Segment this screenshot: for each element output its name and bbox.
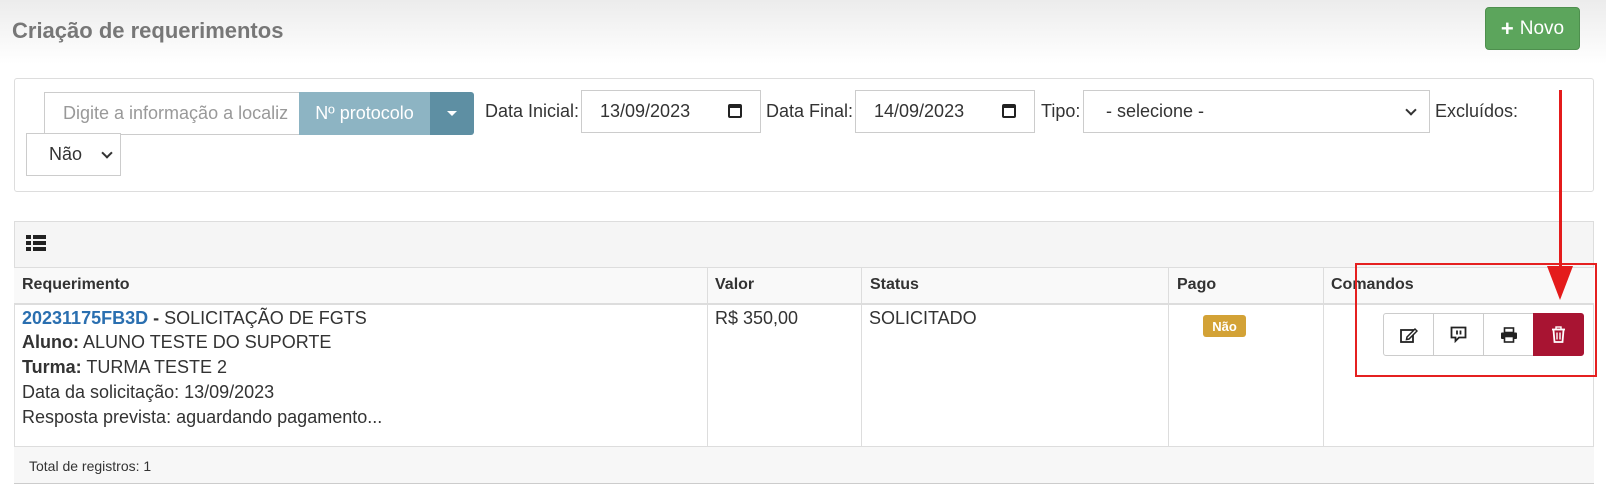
- new-button[interactable]: + Novo: [1485, 7, 1580, 50]
- chevron-down-icon: [101, 147, 113, 159]
- end-date-label: Data Final:: [766, 101, 854, 121]
- deleted-select-value: Não: [49, 144, 83, 164]
- request-class: Turma: TURMA TESTE 2: [22, 357, 227, 378]
- search-input[interactable]: Digite a informação a localiz: [44, 92, 299, 135]
- column-divider: [861, 268, 862, 446]
- new-button-label: Novo: [1519, 17, 1565, 39]
- total-records: Total de registros: 1: [29, 458, 152, 474]
- request-status: SOLICITADO: [869, 308, 977, 328]
- request-date: Data da solicitação: 13/09/2023: [22, 382, 275, 402]
- request-description: SOLICITAÇÃO DE FGTS: [164, 308, 367, 328]
- end-date-input[interactable]: 14/09/2023: [855, 90, 1035, 133]
- page-title: Criação de requerimentos: [12, 18, 284, 43]
- start-date-input[interactable]: 13/09/2023: [581, 90, 761, 133]
- start-date-label: Data Inicial:: [485, 101, 580, 121]
- end-date-value: 14/09/2023: [874, 101, 965, 121]
- table-footer: [14, 447, 1594, 484]
- expected-response: Resposta prevista: aguardando pagamento.…: [22, 407, 383, 427]
- search-by-dropdown-button[interactable]: [430, 92, 474, 135]
- column-header-valor: Valor: [715, 276, 755, 293]
- search-by-protocol-button[interactable]: Nº protocolo: [299, 92, 430, 135]
- request-code-link[interactable]: 20231175FB3D: [22, 308, 148, 328]
- calendar-icon[interactable]: [1002, 104, 1016, 118]
- column-divider: [707, 268, 708, 446]
- annotation-arrow-head: [1547, 266, 1573, 300]
- chevron-down-icon: [1405, 104, 1417, 116]
- column-header-pago: Pago: [1177, 276, 1217, 293]
- results-panel-header: [14, 221, 1594, 268]
- paid-status-badge: Não: [1203, 315, 1246, 337]
- list-icon: [26, 235, 46, 251]
- request-code-separator: -: [148, 308, 165, 328]
- annotation-arrow-line: [1559, 90, 1562, 270]
- column-header-status: Status: [870, 276, 919, 293]
- calendar-icon[interactable]: [728, 104, 742, 118]
- start-date-value: 13/09/2023: [600, 101, 691, 121]
- class-label: Turma:: [22, 357, 82, 377]
- type-select[interactable]: - selecione -: [1083, 90, 1430, 133]
- column-header-requerimento: Requerimento: [22, 276, 130, 293]
- request-value: R$ 350,00: [715, 308, 799, 328]
- column-divider: [1323, 268, 1324, 446]
- request-student: Aluno: ALUNO TESTE DO SUPORTE: [22, 332, 331, 353]
- student-name: ALUNO TESTE DO SUPORTE: [83, 332, 332, 352]
- type-select-value: - selecione -: [1106, 101, 1205, 121]
- type-label: Tipo:: [1041, 101, 1081, 121]
- student-label: Aluno:: [22, 332, 79, 352]
- caret-down-icon: [447, 111, 457, 116]
- request-title: 20231175FB3D - SOLICITAÇÃO DE FGTS: [22, 308, 367, 329]
- plus-icon: +: [1500, 15, 1514, 41]
- deleted-select[interactable]: Não: [26, 133, 121, 176]
- class-name: TURMA TESTE 2: [86, 357, 228, 377]
- deleted-label: Excluídos:: [1435, 101, 1519, 121]
- search-placeholder: Digite a informação a localiz: [63, 103, 289, 123]
- column-divider: [1168, 268, 1169, 446]
